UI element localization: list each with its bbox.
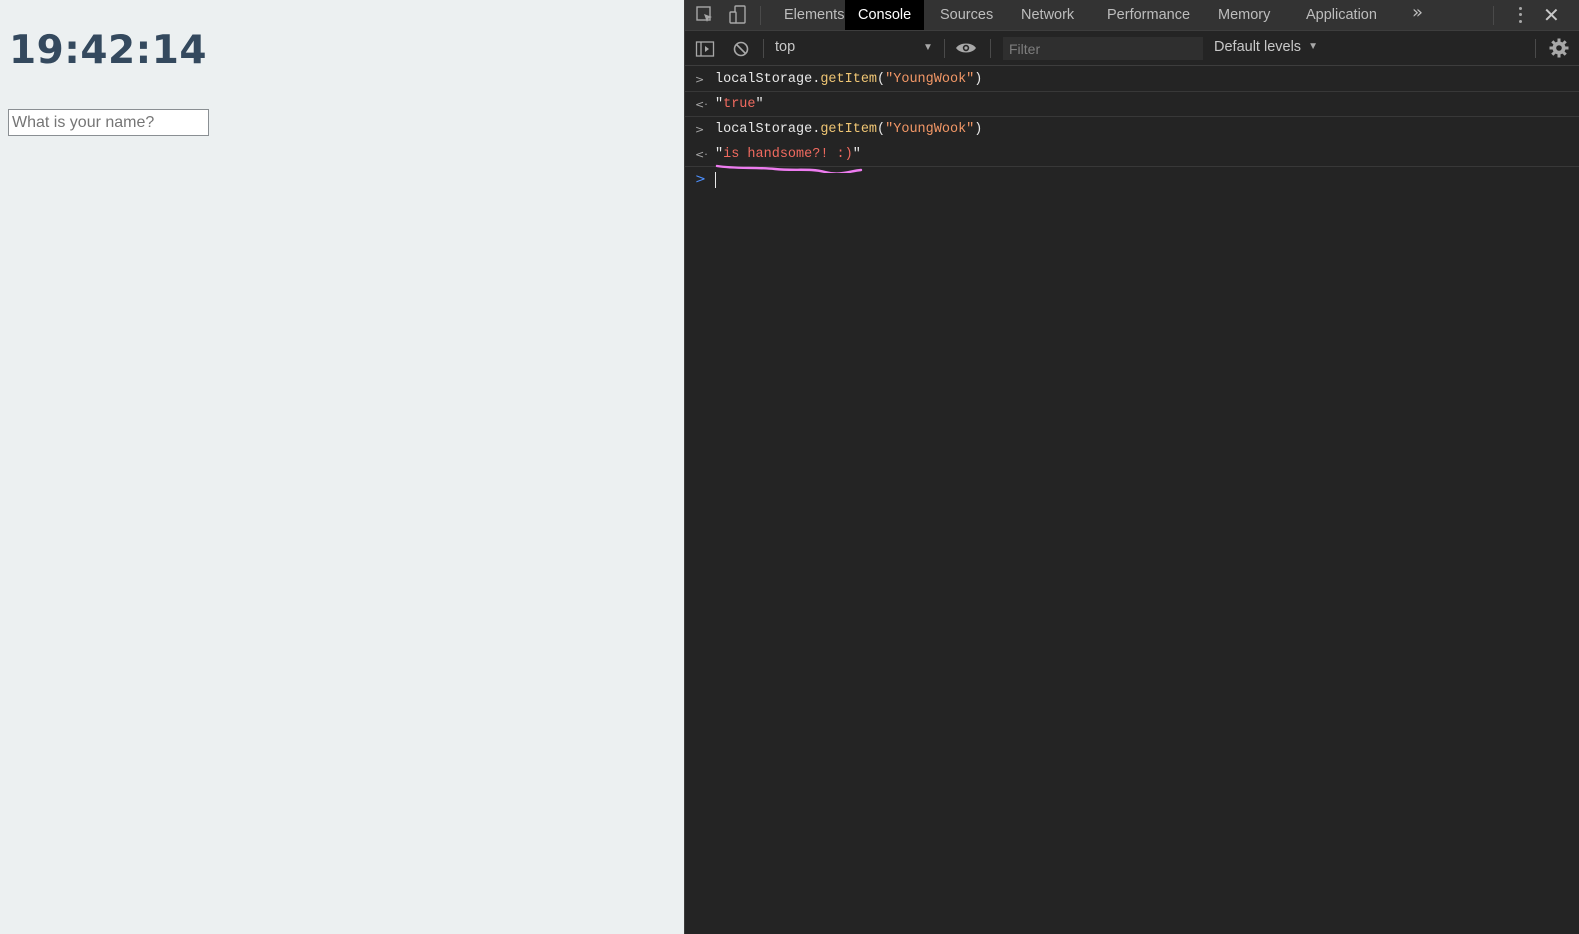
console-prompt[interactable]: > <box>685 167 1579 192</box>
result-arrow-icon: <· <box>695 148 708 161</box>
live-expression-eye-icon[interactable] <box>955 39 977 62</box>
toolbar-divider <box>1535 39 1536 58</box>
console-settings-gear-icon[interactable] <box>1549 38 1569 63</box>
more-tabs-icon[interactable]: » <box>1412 2 1423 23</box>
more-options-icon[interactable] <box>1517 5 1523 25</box>
console-result-line: <· "is handsome?! :)" <box>685 142 1579 173</box>
toolbar-divider <box>1493 6 1494 25</box>
tab-console[interactable]: Console <box>845 0 925 30</box>
tab-application[interactable]: Application <box>1293 0 1390 30</box>
console-result-value: "true" <box>715 97 764 112</box>
web-page: 19:42:14 <box>0 0 684 934</box>
device-toolbar-icon[interactable] <box>728 5 748 25</box>
name-input[interactable] <box>8 109 209 136</box>
devtools-panel: Elements Console Sources Network Perform… <box>684 0 1579 934</box>
sidebar-toggle-icon[interactable] <box>695 39 715 59</box>
inspect-element-icon[interactable] <box>695 5 715 25</box>
console-output: > localStorage.getItem("YoungWook") <· "… <box>685 67 1579 192</box>
console-command: localStorage.getItem("YoungWook") <box>715 72 983 87</box>
input-chevron-icon: > <box>695 123 705 136</box>
text-cursor <box>715 172 716 188</box>
context-label: top <box>775 39 796 55</box>
console-toolbar: top ▼ Default levels ▼ <box>685 32 1579 66</box>
console-input-line[interactable]: > localStorage.getItem("YoungWook") <box>685 117 1579 142</box>
console-command: localStorage.getItem("YoungWook") <box>715 122 983 137</box>
devtools-tabbar: Elements Console Sources Network Perform… <box>685 0 1579 31</box>
toolbar-divider <box>763 39 764 58</box>
clear-console-icon[interactable] <box>731 39 751 59</box>
log-levels-dropdown[interactable]: Default levels ▼ <box>1214 39 1318 55</box>
screen: 19:42:14 Elements Console Sources Netwo <box>0 0 1579 934</box>
tab-memory[interactable]: Memory <box>1205 0 1283 30</box>
prompt-chevron-icon: > <box>695 172 706 187</box>
clock-display: 19:42:14 <box>9 28 208 73</box>
dropdown-caret-icon: ▼ <box>923 42 933 53</box>
console-input-line[interactable]: > localStorage.getItem("YoungWook") <box>685 67 1579 92</box>
toolbar-divider <box>990 39 991 58</box>
log-levels-label: Default levels <box>1214 39 1302 55</box>
close-devtools-icon[interactable]: ✕ <box>1543 3 1560 27</box>
tab-network[interactable]: Network <box>1008 0 1087 30</box>
tab-sources[interactable]: Sources <box>927 0 1006 30</box>
console-result-line: <· "true" <box>685 92 1579 117</box>
toolbar-divider <box>944 39 945 58</box>
toolbar-divider <box>760 6 761 25</box>
tab-performance[interactable]: Performance <box>1094 0 1203 30</box>
dropdown-caret-icon: ▼ <box>1308 41 1318 52</box>
context-selector[interactable]: top ▼ <box>775 39 935 59</box>
result-arrow-icon: <· <box>695 98 708 111</box>
input-chevron-icon: > <box>695 73 705 86</box>
filter-input[interactable] <box>1003 37 1203 60</box>
